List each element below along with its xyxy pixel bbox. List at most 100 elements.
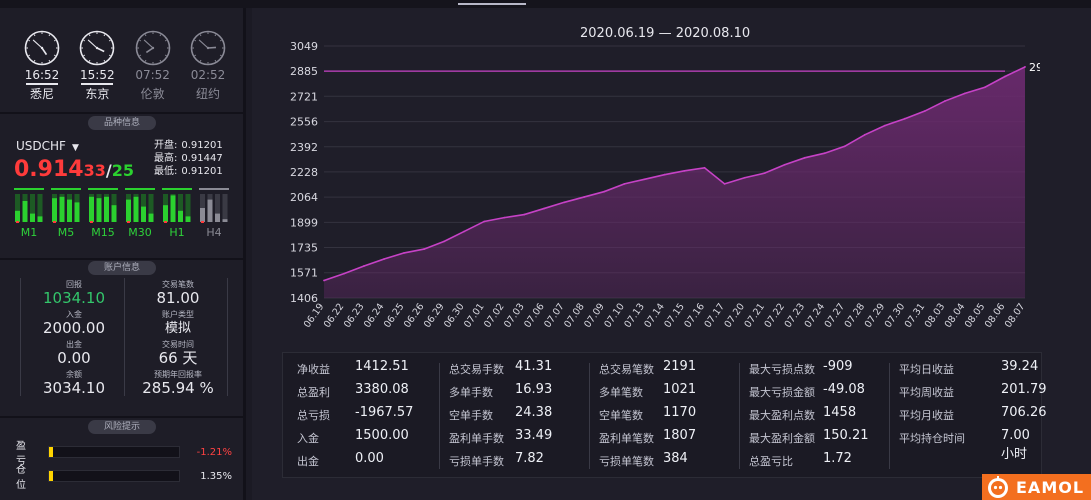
price-main: 0.914 (14, 157, 84, 182)
x-tick-label: 06.30 (442, 301, 467, 330)
clock-underline (137, 83, 169, 85)
account-type: 账户类型 模拟 (128, 310, 228, 337)
clock-icon (24, 30, 60, 66)
x-tick-label: 07.21 (742, 301, 767, 330)
stat-label: 多单手数 (449, 386, 493, 399)
data-point (683, 169, 686, 172)
clock-0: 16:52 悉尼 (20, 30, 64, 112)
clock-time: 16:52 (24, 68, 60, 82)
x-tick-label: 07.10 (602, 301, 627, 330)
data-point (743, 176, 746, 179)
signal-bars-icon (14, 188, 44, 223)
last-value-label: 2912.51 (1029, 61, 1040, 74)
stat-value: 2191 (663, 359, 697, 374)
timeframe-h4[interactable]: H4 (199, 188, 229, 240)
net-return: 回报 1034.10 (24, 280, 124, 307)
y-tick-label: 1406 (290, 292, 318, 305)
sidebar: 16:52 悉尼 15:52 东京 07:52 伦敦 02:52 纽约 品种信息 (0, 8, 246, 500)
stat-label: 亏损单手数 (449, 455, 504, 468)
y-tick-label: 2392 (290, 141, 318, 154)
timeframe-m15[interactable]: M15 (88, 188, 118, 240)
stat-label: 最大亏损点数 (749, 363, 815, 376)
column-divider (889, 363, 890, 469)
stat-value: 1500.00 (355, 428, 409, 443)
x-tick-label: 06.24 (362, 301, 387, 330)
clock-icon (135, 30, 170, 66)
brand-badge[interactable]: EAMOL (982, 474, 1091, 500)
section-divider (0, 258, 246, 260)
annual-return: 预期年回报率 285.94 % (128, 370, 228, 397)
section-divider (0, 416, 246, 418)
x-tick-label: 06.29 (422, 301, 447, 330)
stat-value: -909 (823, 359, 853, 374)
data-point (463, 230, 466, 233)
stat-label: 总亏损 (297, 409, 330, 422)
active-tab-indicator[interactable] (458, 3, 526, 5)
symbol-selector[interactable]: USDCHF ▼ (16, 139, 79, 153)
x-tick-label: 06.22 (322, 301, 347, 330)
data-point (863, 133, 866, 136)
data-point (663, 173, 666, 176)
x-tick-label: 07.23 (783, 301, 808, 330)
clock-underline (26, 83, 58, 85)
trade-count: 交易笔数 81.00 (128, 280, 228, 307)
deposit-value: 2000.00 (42, 319, 106, 337)
clock-city: 东京 (85, 87, 110, 101)
stat-label: 空单手数 (449, 409, 493, 422)
stat-value: 706.26 (1001, 405, 1047, 420)
signal-bars-icon (125, 188, 155, 223)
x-tick-label: 08.06 (983, 301, 1008, 330)
annual-return-value: 285.94 % (142, 379, 214, 397)
account-type-value: 模拟 (164, 321, 191, 336)
timeframe-m5[interactable]: M5 (51, 188, 81, 240)
stat-value: -49.08 (823, 382, 865, 397)
data-point (903, 117, 906, 120)
chevron-down-icon[interactable]: ▼ (72, 143, 79, 153)
price-ask: 25 (111, 161, 134, 180)
timeframe-m1[interactable]: M1 (14, 188, 44, 240)
y-tick-label: 1735 (290, 242, 318, 255)
section-title-symbol-info: 品种信息 (88, 116, 156, 130)
timeframe-label: M5 (57, 226, 75, 239)
data-point (763, 172, 766, 175)
clock-3: 02:52 纽约 (186, 30, 230, 112)
data-point (943, 100, 946, 102)
column-divider (739, 363, 740, 469)
x-tick-label: 07.08 (562, 301, 587, 330)
clock-city: 伦敦 (140, 87, 165, 101)
x-tick-label: 07.22 (763, 301, 788, 330)
price-small: 33 (83, 161, 106, 180)
x-tick-label: 07.09 (582, 301, 607, 330)
robot-logo-icon (988, 476, 1008, 498)
clock-city: 纽约 (195, 87, 220, 101)
x-tick-label: 07.02 (482, 301, 507, 330)
data-point (523, 213, 526, 216)
clock-underline (81, 83, 114, 85)
low-label: 最低: (154, 166, 178, 177)
clock-icon (190, 30, 226, 66)
x-tick-label: 08.03 (923, 301, 948, 330)
stat-label: 亏损单笔数 (599, 455, 654, 468)
data-point (383, 258, 385, 260)
data-point (803, 156, 806, 159)
data-point (603, 190, 606, 193)
open-value: 0.91201 (181, 140, 223, 151)
x-tick-label: 07.07 (542, 301, 567, 330)
x-tick-label: 07.13 (622, 301, 647, 330)
x-tick-label: 06.23 (342, 301, 367, 330)
trade-duration: 交易时间 66 天 (128, 340, 228, 367)
data-point (964, 92, 966, 95)
stat-value: 41.31 (515, 359, 553, 374)
balance-value: 3034.10 (42, 379, 106, 397)
clock-city: 悉尼 (29, 87, 54, 101)
timeframe-m30[interactable]: M30 (125, 188, 155, 240)
risk-position: 仓位 1.35% (16, 465, 236, 491)
x-tick-label: 07.15 (662, 301, 687, 330)
data-point (783, 163, 786, 166)
equity-chart: 3049 2885 2721 2556 2392 2228 2064 1899 1735 1571… (290, 40, 1040, 330)
stat-value: 7.00小时 (1001, 428, 1030, 462)
x-tick-label: 08.07 (1003, 301, 1028, 330)
data-point (343, 272, 345, 275)
timeframe-h1[interactable]: H1 (162, 188, 192, 240)
trade-duration-value: 66 天 (158, 349, 198, 367)
